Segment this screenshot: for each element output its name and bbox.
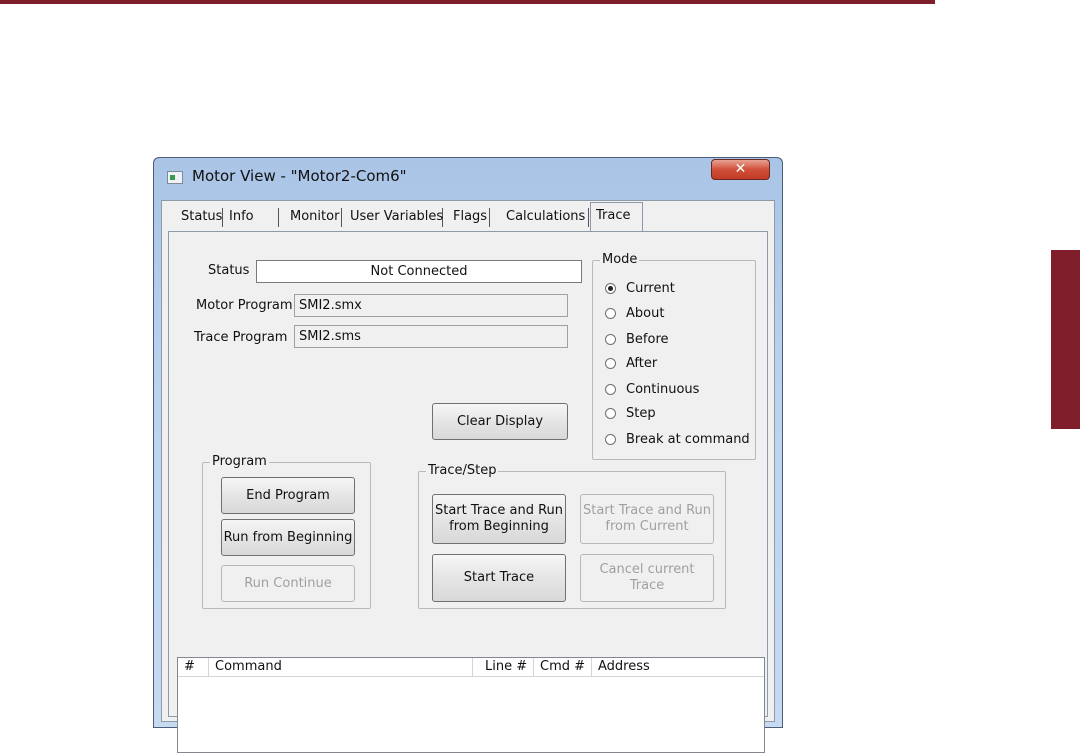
clear-display-button[interactable]: Clear Display [432, 403, 568, 440]
cancel-current-trace-button[interactable]: Cancel current Trace [580, 554, 714, 602]
start-trace-run-from-beginning-button[interactable]: Start Trace and Run from Beginning [432, 494, 566, 544]
status-field: Not Connected [256, 260, 582, 283]
mode-group-title: Mode [600, 252, 640, 268]
mode-option-about[interactable]: About [605, 306, 664, 321]
motor-program-field: SMI2.smx [294, 294, 568, 317]
mode-group: Mode Current About Before After Continuo… [592, 252, 756, 460]
end-program-button[interactable]: End Program [221, 477, 355, 514]
mode-option-current[interactable]: Current [605, 281, 675, 296]
run-continue-button[interactable]: Run Continue [221, 565, 355, 602]
column-header-number[interactable]: # [178, 658, 209, 676]
column-header-line[interactable]: Line # [473, 658, 534, 676]
close-button[interactable]: ✕ [711, 159, 770, 180]
tab-monitor[interactable]: Monitor [285, 208, 342, 227]
tab-info[interactable]: Info [224, 208, 279, 227]
window-title: Motor View - "Motor2-Com6" [192, 167, 407, 185]
mode-option-continuous[interactable]: Continuous [605, 382, 699, 397]
mode-option-before[interactable]: Before [605, 332, 669, 347]
top-accent-rule [0, 0, 935, 4]
column-header-cmd[interactable]: Cmd # [534, 658, 592, 676]
radio-icon[interactable] [605, 434, 616, 445]
title-bar[interactable]: Motor View - "Motor2-Com6" ✕ [154, 158, 782, 194]
side-accent-tab [1051, 250, 1080, 429]
mode-option-step[interactable]: Step [605, 406, 656, 421]
run-from-beginning-button[interactable]: Run from Beginning [221, 519, 355, 556]
column-header-command[interactable]: Command [209, 658, 473, 676]
trace-program-field: SMI2.sms [294, 325, 568, 348]
mode-option-after[interactable]: After [605, 356, 657, 371]
radio-icon[interactable] [605, 384, 616, 395]
app-window-icon[interactable] [167, 171, 183, 184]
column-header-address[interactable]: Address [592, 658, 764, 676]
trace-list[interactable]: # Command Line # Cmd # Address [177, 657, 765, 753]
tab-flags[interactable]: Flags [448, 208, 490, 227]
motor-view-window: Motor View - "Motor2-Com6" ✕ Status Info… [153, 157, 783, 753]
radio-selected-icon[interactable] [605, 283, 616, 294]
trace-list-header: # Command Line # Cmd # Address [178, 658, 764, 677]
status-label: Status [208, 263, 250, 278]
tab-strip: Status Info Monitor User Variables Flags… [162, 201, 774, 232]
mode-option-break-at-command[interactable]: Break at command [605, 432, 750, 447]
tab-trace[interactable]: Trace [590, 202, 643, 232]
window-client-area: Status Info Monitor User Variables Flags… [161, 200, 775, 753]
close-icon: ✕ [734, 161, 747, 177]
program-group: Program End Program Run from Beginning R… [202, 454, 371, 609]
radio-icon[interactable] [605, 334, 616, 345]
motor-program-label: Motor Program [196, 298, 293, 313]
radio-icon[interactable] [605, 358, 616, 369]
trace-step-group-title: Trace/Step [426, 463, 499, 479]
trace-program-label: Trace Program [194, 330, 288, 345]
tab-status[interactable]: Status [176, 208, 223, 227]
start-trace-run-from-current-button[interactable]: Start Trace and Run from Current [580, 494, 714, 544]
tab-calculations[interactable]: Calculations [501, 208, 589, 227]
radio-icon[interactable] [605, 308, 616, 319]
start-trace-button[interactable]: Start Trace [432, 554, 566, 602]
radio-icon[interactable] [605, 408, 616, 419]
tab-user-variables[interactable]: User Variables [345, 208, 443, 227]
trace-step-group: Trace/Step Start Trace and Run from Begi… [418, 463, 726, 609]
program-group-title: Program [210, 454, 269, 470]
